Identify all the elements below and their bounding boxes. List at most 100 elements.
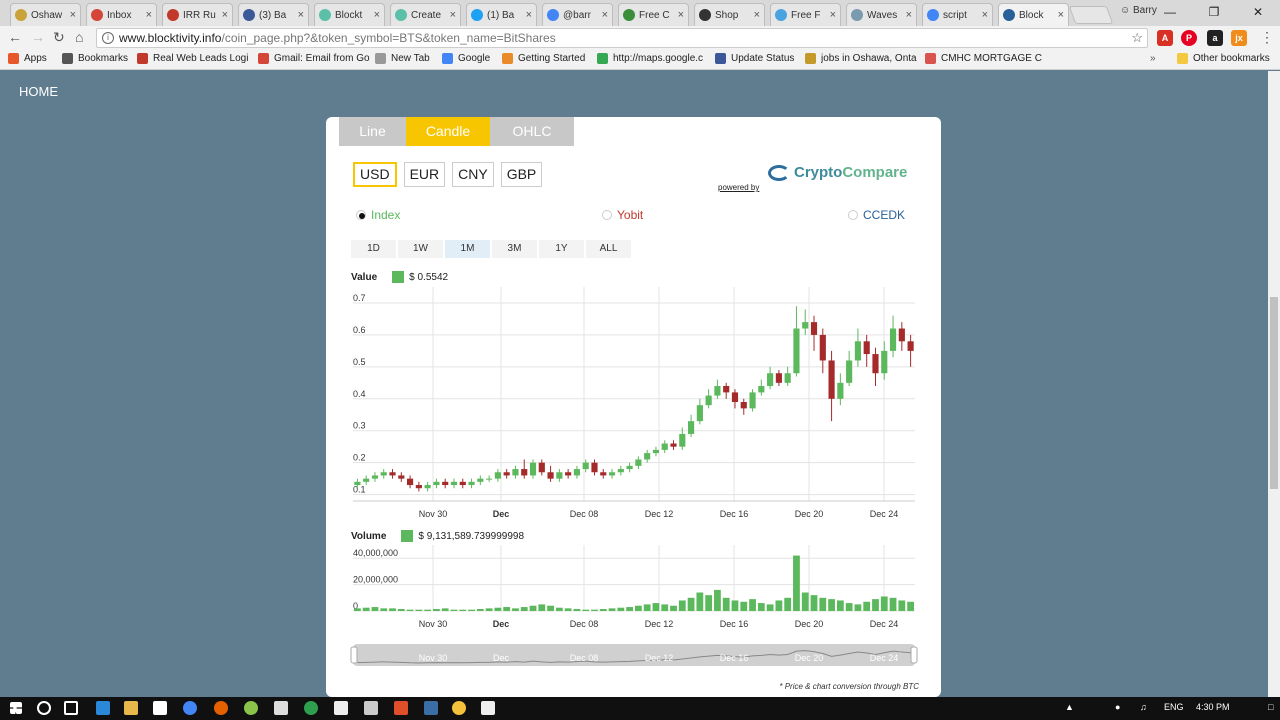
bookmark-star-icon[interactable]: ☆ — [1131, 29, 1143, 47]
restore-button[interactable]: ❐ — [1192, 0, 1236, 24]
store-icon[interactable] — [153, 701, 167, 715]
back-icon[interactable]: ← — [8, 29, 22, 45]
adblock-extension-icon[interactable]: A — [1157, 30, 1173, 46]
network-tray-icon[interactable]: ▲ — [1065, 702, 1074, 712]
browser-tab[interactable]: (1) Ba × — [466, 3, 537, 26]
bookmark-item[interactable]: Update Status — [715, 53, 794, 64]
photos-icon[interactable] — [481, 701, 495, 715]
browser-tab[interactable]: Blockt × — [314, 3, 385, 26]
new-tab-button[interactable] — [1068, 6, 1114, 24]
browser-tab[interactable]: Waves × — [846, 3, 917, 26]
bookmark-item[interactable]: Bookmarks — [62, 53, 128, 64]
close-tab-icon[interactable]: × — [70, 9, 76, 21]
mail-icon[interactable] — [334, 701, 348, 715]
bookmark-item[interactable]: jobs in Oshawa, Onta — [805, 53, 917, 64]
file-explorer-icon[interactable] — [124, 701, 138, 715]
bookmark-item[interactable]: CMHC MORTGAGE C — [925, 53, 1042, 64]
app-icon-blue[interactable] — [424, 701, 438, 715]
close-tab-icon[interactable]: × — [374, 9, 380, 21]
currency-eur-button[interactable]: EUR — [403, 162, 446, 187]
browser-tab[interactable]: (3) Ba × — [238, 3, 309, 26]
amazon-extension-icon[interactable]: a — [1207, 30, 1223, 46]
range-all-button[interactable]: ALL — [586, 240, 631, 258]
close-tab-icon[interactable]: × — [1058, 9, 1064, 21]
bookmark-item[interactable]: Real Web Leads Logi — [137, 53, 248, 64]
exchange-ccedk-radio[interactable]: CCEDK — [848, 208, 905, 222]
home-icon[interactable]: ⌂ — [75, 29, 83, 45]
edge-icon[interactable] — [96, 701, 110, 715]
tab-candle[interactable]: Candle — [406, 117, 490, 146]
bookmark-item[interactable]: Apps — [8, 53, 47, 64]
chrome-menu-icon[interactable]: ⋮ — [1260, 29, 1274, 46]
close-tab-icon[interactable]: × — [678, 9, 684, 21]
close-tab-icon[interactable]: × — [298, 9, 304, 21]
bookmark-item[interactable]: Getting Started — [502, 53, 585, 64]
close-tab-icon[interactable]: × — [982, 9, 988, 21]
exchange-yobit-radio[interactable]: Yobit — [602, 208, 643, 222]
app-icon-yellow[interactable] — [452, 701, 466, 715]
bookmarks-overflow-icon[interactable]: » — [1150, 53, 1156, 64]
pinterest-extension-icon[interactable]: P — [1181, 30, 1197, 46]
currency-gbp-button[interactable]: GBP — [500, 162, 543, 187]
forward-icon[interactable]: → — [31, 29, 45, 45]
price-candlestick-chart[interactable]: 0.1 0.2 0.3 0.4 0.5 0.6 0.7 Nov 30 Dec Dec 08 Dec … — [326, 277, 941, 517]
scrollbar-thumb[interactable] — [1270, 297, 1278, 489]
exchange-index-radio[interactable]: Index — [356, 208, 400, 222]
bookmark-item[interactable]: http://maps.google.c — [597, 53, 703, 64]
bookmark-item[interactable]: Gmail: Email from Go — [258, 53, 370, 64]
range-navigator[interactable]: Nov 30 Dec Dec 08 Dec 12 Dec 16 Dec 20 Dec 24 — [326, 639, 941, 671]
range-3m-button[interactable]: 3M — [492, 240, 537, 258]
reload-icon[interactable]: ↻ — [53, 29, 65, 46]
calculator-icon[interactable] — [364, 701, 378, 715]
currency-usd-button[interactable]: USD — [353, 162, 397, 187]
browser-tab[interactable]: Inbox × — [86, 3, 157, 26]
close-tab-icon[interactable]: × — [906, 9, 912, 21]
minimize-button[interactable]: — — [1148, 0, 1192, 24]
home-link[interactable]: HOME — [19, 84, 58, 99]
chrome-taskbar-icon[interactable] — [183, 701, 197, 715]
browser-tab[interactable]: Free C × — [618, 3, 689, 26]
close-tab-icon[interactable]: × — [754, 9, 760, 21]
language-indicator[interactable]: ENG — [1164, 702, 1184, 712]
browser-tab[interactable]: Create × — [390, 3, 461, 26]
task-view-icon[interactable] — [64, 701, 78, 715]
bookmark-item[interactable]: New Tab — [375, 53, 430, 64]
close-tab-icon[interactable]: × — [222, 9, 228, 21]
powered-by-link[interactable]: powered by — [718, 183, 759, 192]
cryptocompare-logo[interactable]: Crypto Compare — [768, 164, 907, 181]
currency-cny-button[interactable]: CNY — [452, 162, 494, 187]
tab-ohlc[interactable]: OHLC — [490, 117, 574, 146]
search-icon[interactable] — [37, 701, 51, 715]
close-tab-icon[interactable]: × — [602, 9, 608, 21]
browser-tab[interactable]: Free F × — [770, 3, 841, 26]
browser-tab[interactable]: IRR Ru × — [162, 3, 233, 26]
close-tab-icon[interactable]: × — [146, 9, 152, 21]
range-1d-button[interactable]: 1D — [351, 240, 396, 258]
app-icon-gear[interactable] — [274, 701, 288, 715]
brave-icon[interactable] — [394, 701, 408, 715]
bookmark-item[interactable]: Google — [442, 53, 490, 64]
jx-extension-icon[interactable]: jx — [1231, 30, 1247, 46]
close-tab-icon[interactable]: × — [526, 9, 532, 21]
wifi-tray-icon[interactable]: ● — [1115, 702, 1120, 712]
notifications-icon[interactable]: □ — [1268, 702, 1273, 712]
app-icon-circle[interactable] — [304, 701, 318, 715]
start-icon[interactable] — [10, 702, 22, 714]
other-bookmarks[interactable]: Other bookmarks — [1177, 53, 1270, 64]
volume-tray-icon[interactable]: ♫ — [1140, 702, 1147, 712]
close-window-button[interactable]: ✕ — [1236, 0, 1280, 24]
app-icon-green[interactable] — [244, 701, 258, 715]
range-1m-button[interactable]: 1M — [445, 240, 490, 258]
browser-tab[interactable]: @barr × — [542, 3, 613, 26]
volume-bar-chart[interactable]: 020,000,00040,000,000Nov 30 Dec Dec 08 Dec … — [326, 537, 941, 632]
tab-line[interactable]: Line — [339, 117, 406, 146]
browser-tab[interactable]: Oshaw × — [10, 3, 81, 26]
range-1w-button[interactable]: 1W — [398, 240, 443, 258]
page-scrollbar[interactable] — [1268, 71, 1280, 697]
close-tab-icon[interactable]: × — [450, 9, 456, 21]
browser-tab[interactable]: Shop × — [694, 3, 765, 26]
browser-tab[interactable]: script × — [922, 3, 993, 26]
firefox-icon[interactable] — [214, 701, 228, 715]
range-1y-button[interactable]: 1Y — [539, 240, 584, 258]
browser-tab[interactable]: Block × — [998, 3, 1069, 26]
